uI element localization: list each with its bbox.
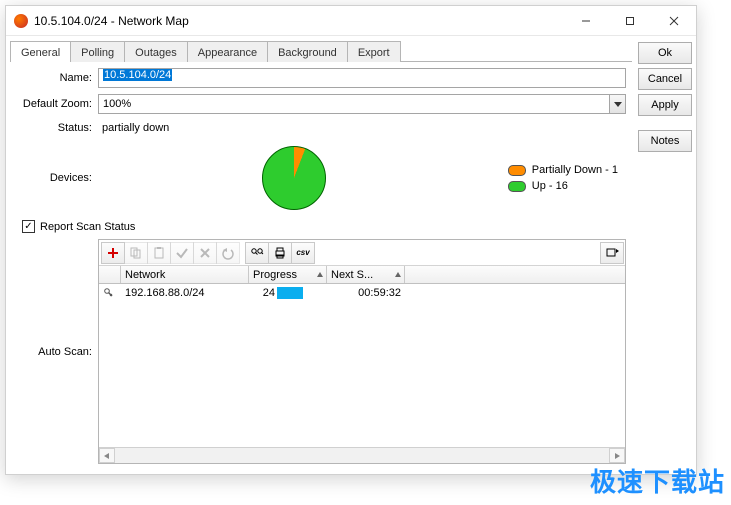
undo-button[interactable] xyxy=(216,242,240,264)
tabstrip: General Polling Outages Appearance Backg… xyxy=(10,40,632,62)
tab-body: Name: 10.5.104.0/24 Default Zoom: 100% S… xyxy=(10,62,632,470)
tab-export[interactable]: Export xyxy=(347,41,401,62)
autoscan-row: Auto Scan: csv xyxy=(16,239,626,464)
tab-general[interactable]: General xyxy=(10,41,71,62)
popout-button[interactable] xyxy=(600,242,624,264)
horizontal-scrollbar[interactable] xyxy=(99,447,625,463)
swatch-orange-icon xyxy=(508,165,526,176)
tab-outages[interactable]: Outages xyxy=(124,41,188,62)
maximize-button[interactable] xyxy=(608,6,652,35)
swatch-green-icon xyxy=(508,181,526,192)
window: 10.5.104.0/24 - Network Map General Poll… xyxy=(5,5,697,475)
name-input[interactable]: 10.5.104.0/24 xyxy=(98,68,626,88)
window-title: 10.5.104.0/24 - Network Map xyxy=(34,14,564,28)
name-value-selected: 10.5.104.0/24 xyxy=(103,69,172,81)
left-column: General Polling Outages Appearance Backg… xyxy=(10,40,632,470)
cancel-button[interactable]: Cancel xyxy=(638,68,692,90)
close-button[interactable] xyxy=(652,6,696,35)
grid-toolbar: csv xyxy=(99,240,625,266)
tab-appearance[interactable]: Appearance xyxy=(187,41,268,62)
row-icon xyxy=(99,284,121,302)
legend-pd-text: Partially Down - 1 xyxy=(532,164,618,176)
progress-bar-icon xyxy=(277,287,303,299)
grid-headers: Network Progress Next S... xyxy=(99,266,625,284)
client-area: General Polling Outages Appearance Backg… xyxy=(6,36,696,474)
legend-up-text: Up - 16 xyxy=(532,180,568,192)
cell-nexts: 00:59:32 xyxy=(327,284,405,302)
delete-button[interactable] xyxy=(193,242,217,264)
devices-legend: Partially Down - 1 Up - 16 xyxy=(508,164,618,192)
add-button[interactable] xyxy=(101,242,125,264)
ok-button[interactable]: Ok xyxy=(638,42,692,64)
progress-value: 24 xyxy=(253,287,277,299)
zoom-label: Default Zoom: xyxy=(16,98,98,110)
col-network[interactable]: Network xyxy=(121,266,249,283)
find-button[interactable] xyxy=(245,242,269,264)
copy-button[interactable] xyxy=(124,242,148,264)
apply-button[interactable]: Apply xyxy=(638,94,692,116)
name-label: Name: xyxy=(16,72,98,84)
accept-button[interactable] xyxy=(170,242,194,264)
zoom-value: 100% xyxy=(99,95,609,113)
legend-partially-down: Partially Down - 1 xyxy=(508,164,618,176)
titlebar: 10.5.104.0/24 - Network Map xyxy=(6,6,696,36)
autoscan-label: Auto Scan: xyxy=(16,346,98,358)
zoom-combo[interactable]: 100% xyxy=(98,94,626,114)
status-label: Status: xyxy=(16,122,98,134)
legend-up: Up - 16 xyxy=(508,180,618,192)
status-value: partially down xyxy=(98,120,626,136)
col-nexts[interactable]: Next S... xyxy=(327,266,405,283)
minimize-button[interactable] xyxy=(564,6,608,35)
csv-button[interactable]: csv xyxy=(291,242,315,264)
cell-progress: 24 xyxy=(249,284,327,302)
devices-label: Devices: xyxy=(16,172,98,184)
notes-button[interactable]: Notes xyxy=(638,130,692,152)
tab-polling[interactable]: Polling xyxy=(70,41,125,62)
cell-network: 192.168.88.0/24 xyxy=(121,284,249,302)
autoscan-grid: csv Network Progress Next S... xyxy=(98,239,626,464)
col-progress[interactable]: Progress xyxy=(249,266,327,283)
app-icon xyxy=(14,14,28,28)
print-button[interactable] xyxy=(268,242,292,264)
table-row[interactable]: 192.168.88.0/24 24 00:59:32 xyxy=(99,284,625,302)
report-scan-label: Report Scan Status xyxy=(40,221,135,233)
scroll-right-button[interactable] xyxy=(609,448,625,463)
zoom-dropdown-button[interactable] xyxy=(609,95,625,113)
window-buttons xyxy=(564,6,696,35)
col-icon[interactable] xyxy=(99,266,121,283)
devices-pie-chart xyxy=(262,146,326,210)
paste-button[interactable] xyxy=(147,242,171,264)
report-scan-checkbox[interactable] xyxy=(22,220,35,233)
tab-background[interactable]: Background xyxy=(267,41,348,62)
grid-body: 192.168.88.0/24 24 00:59:32 xyxy=(99,284,625,447)
report-scan-row: Report Scan Status xyxy=(22,220,626,233)
scroll-left-button[interactable] xyxy=(99,448,115,463)
right-button-column: Ok Cancel Apply Notes xyxy=(632,40,692,470)
